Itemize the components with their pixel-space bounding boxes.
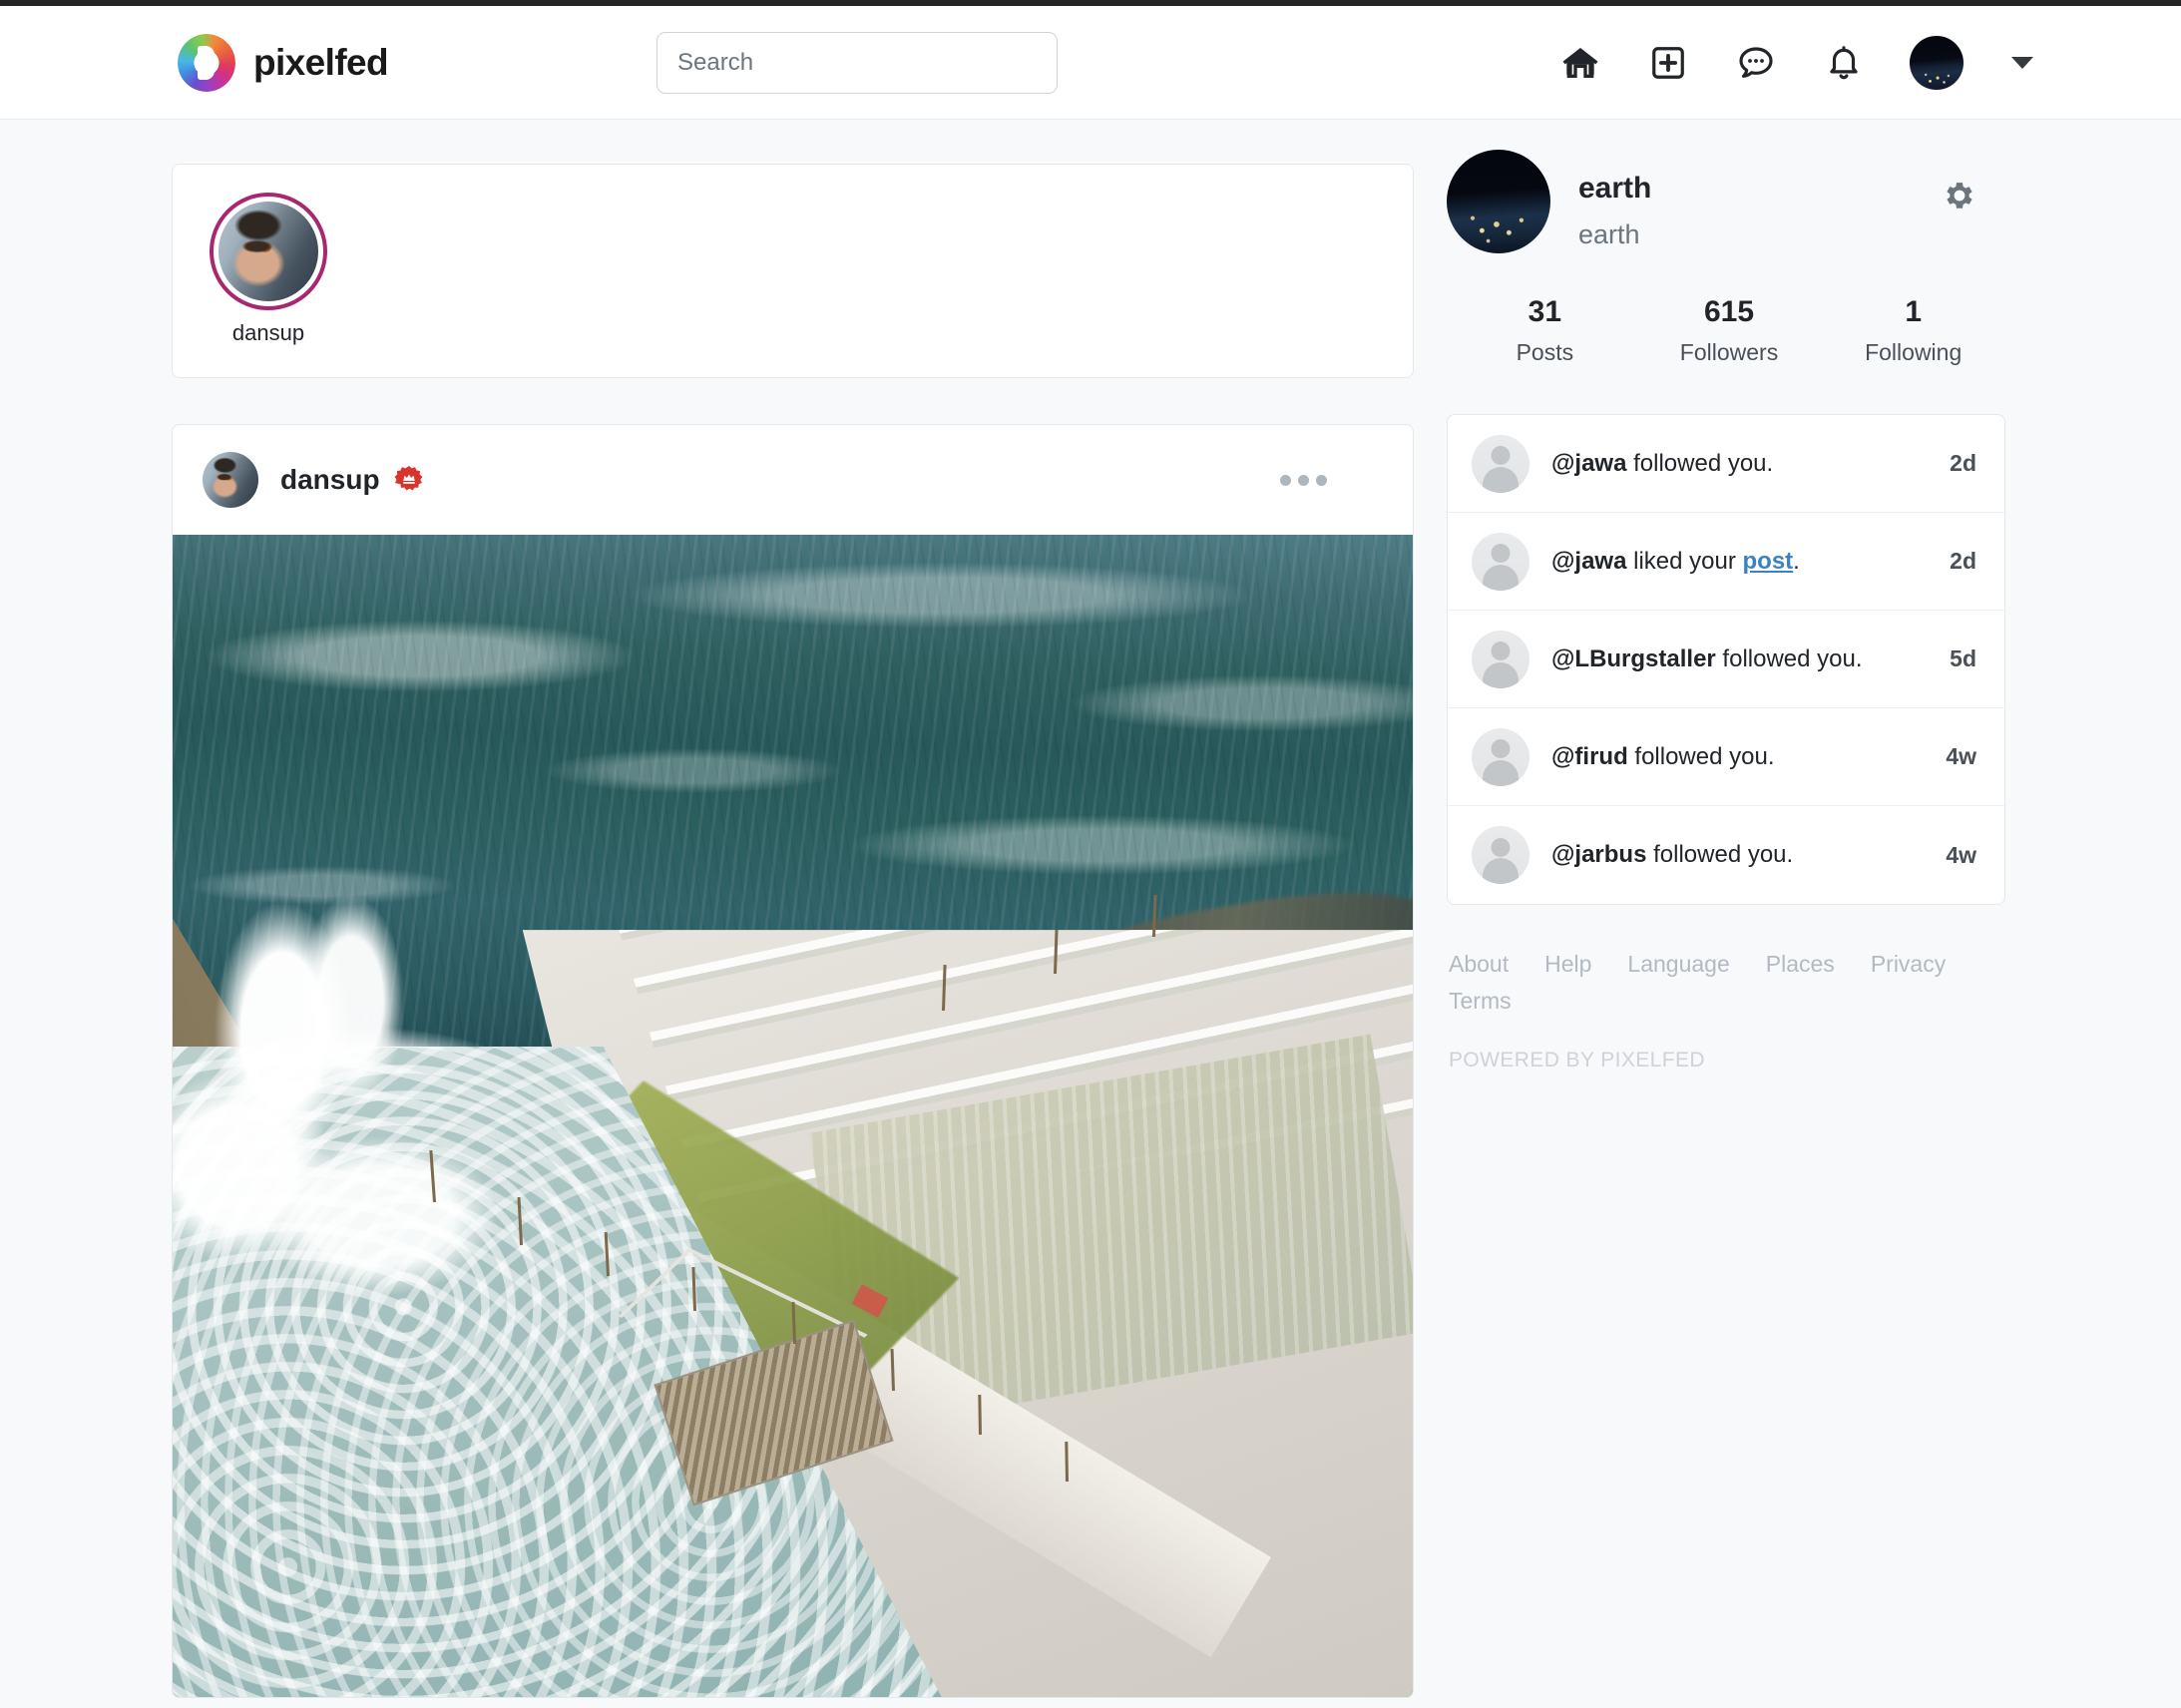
bell-icon[interactable] — [1822, 41, 1866, 85]
powered-by-text: POWERED BY PIXELFED — [1449, 1049, 1705, 1071]
notification-timestamp: 2d — [1950, 548, 1976, 574]
stat-followers[interactable]: 615 Followers — [1637, 295, 1822, 366]
nav-actions — [1558, 35, 2033, 90]
pixelfed-logo-icon — [178, 33, 235, 92]
story-username: dansup — [231, 320, 305, 345]
stories-carousel: dansup — [172, 164, 1414, 378]
notification-action: followed you. — [1626, 449, 1774, 477]
admin-crown-badge-icon — [394, 465, 424, 495]
user-placeholder-icon — [1472, 826, 1529, 884]
stat-posts[interactable]: 31 Posts — [1453, 295, 1637, 366]
post-header: dansup — [173, 425, 1413, 535]
notification-suffix: . — [1793, 547, 1800, 575]
notification-user[interactable]: @jawa — [1551, 548, 1626, 575]
stat-posts-label: Posts — [1516, 339, 1574, 365]
notification-action: liked your — [1626, 547, 1743, 575]
profile-display-name[interactable]: earth — [1578, 172, 1651, 206]
footer-link-privacy[interactable]: Privacy — [1871, 951, 1946, 978]
notification-timestamp: 5d — [1950, 645, 1976, 671]
notification-row[interactable]: @jarbus followed you. 4w — [1448, 806, 2004, 904]
profile-stats: 31 Posts 615 Followers 1 Following — [1447, 295, 2005, 366]
user-placeholder-icon — [1472, 630, 1529, 688]
footer-link-language[interactable]: Language — [1627, 951, 1729, 978]
footer-link-help[interactable]: Help — [1544, 951, 1591, 978]
footer-links: About Help Language Places Privacy Terms — [1447, 951, 2005, 1015]
notification-user[interactable]: @firud — [1551, 743, 1628, 770]
feed-column: dansup dansup — [172, 164, 1414, 1698]
notification-action: followed you. — [1627, 742, 1775, 770]
post-card: dansup — [172, 424, 1414, 1698]
chevron-down-icon[interactable] — [2011, 56, 2033, 69]
notification-user[interactable]: @LBurgstaller — [1551, 645, 1716, 672]
stat-following-label: Following — [1865, 339, 1963, 365]
story-avatar — [218, 202, 318, 301]
search-input[interactable] — [656, 31, 1058, 94]
notification-post-link[interactable]: post — [1743, 548, 1794, 575]
top-navbar: pixelfed — [0, 6, 2181, 120]
post-media-image[interactable] — [173, 535, 1413, 1697]
notification-text: @jawa liked your post. — [1551, 548, 1950, 576]
home-icon[interactable] — [1558, 41, 1602, 85]
brand-name: pixelfed — [253, 41, 389, 83]
stat-followers-label: Followers — [1679, 339, 1779, 365]
notification-row[interactable]: @jawa liked your post. 2d — [1448, 513, 2004, 611]
notifications-card: @jawa followed you. 2d @jawa liked your … — [1447, 414, 2005, 905]
footer-link-about[interactable]: About — [1449, 951, 1509, 978]
post-options-menu[interactable] — [1280, 474, 1327, 486]
chat-bubble-icon[interactable] — [1734, 41, 1778, 85]
user-placeholder-icon — [1472, 532, 1529, 591]
notification-text: @jawa followed you. — [1551, 450, 1950, 478]
notification-user[interactable]: @jarbus — [1551, 841, 1646, 868]
notification-row[interactable]: @firud followed you. 4w — [1448, 708, 2004, 806]
sidebar-column: earth earth 31 Posts 615 Followers 1 Fol… — [1447, 150, 2005, 1072]
notification-timestamp: 4w — [1946, 743, 1976, 769]
notification-user[interactable]: @jawa — [1551, 450, 1626, 477]
user-placeholder-icon — [1472, 434, 1529, 493]
notification-action: followed you. — [1715, 644, 1863, 672]
notification-timestamp: 2d — [1950, 450, 1976, 476]
page-body: dansup dansup earth earth 31 Posts 615 F… — [0, 120, 2181, 1708]
notification-row[interactable]: @jawa followed you. 2d — [1448, 415, 2004, 513]
profile-avatar[interactable] — [1447, 150, 1550, 253]
footer-link-terms[interactable]: Terms — [1449, 988, 1512, 1015]
notification-row[interactable]: @LBurgstaller followed you. 5d — [1448, 611, 2004, 708]
story-ring[interactable] — [210, 193, 327, 310]
gear-icon[interactable] — [1942, 178, 1977, 218]
post-author-username[interactable]: dansup — [280, 464, 380, 496]
profile-summary: earth earth — [1447, 150, 2005, 253]
story-item[interactable]: dansup — [205, 193, 332, 346]
avatar[interactable] — [1910, 35, 1963, 90]
stat-followers-value: 615 — [1703, 295, 1755, 328]
post-author-avatar[interactable] — [203, 452, 258, 508]
stat-following-value: 1 — [1905, 295, 1923, 328]
stat-posts-value: 31 — [1527, 295, 1562, 328]
profile-username[interactable]: earth — [1578, 219, 1651, 250]
brand-logo[interactable]: pixelfed — [178, 33, 389, 92]
notification-text: @firud followed you. — [1551, 743, 1946, 771]
stat-following[interactable]: 1 Following — [1821, 295, 2005, 366]
footer-link-places[interactable]: Places — [1766, 951, 1835, 978]
notification-text: @jarbus followed you. — [1551, 841, 1946, 869]
notification-timestamp: 4w — [1946, 841, 1976, 868]
notification-action: followed you. — [1646, 841, 1794, 868]
notification-text: @LBurgstaller followed you. — [1551, 645, 1950, 673]
plus-square-icon[interactable] — [1646, 41, 1690, 85]
user-placeholder-icon — [1472, 727, 1529, 786]
